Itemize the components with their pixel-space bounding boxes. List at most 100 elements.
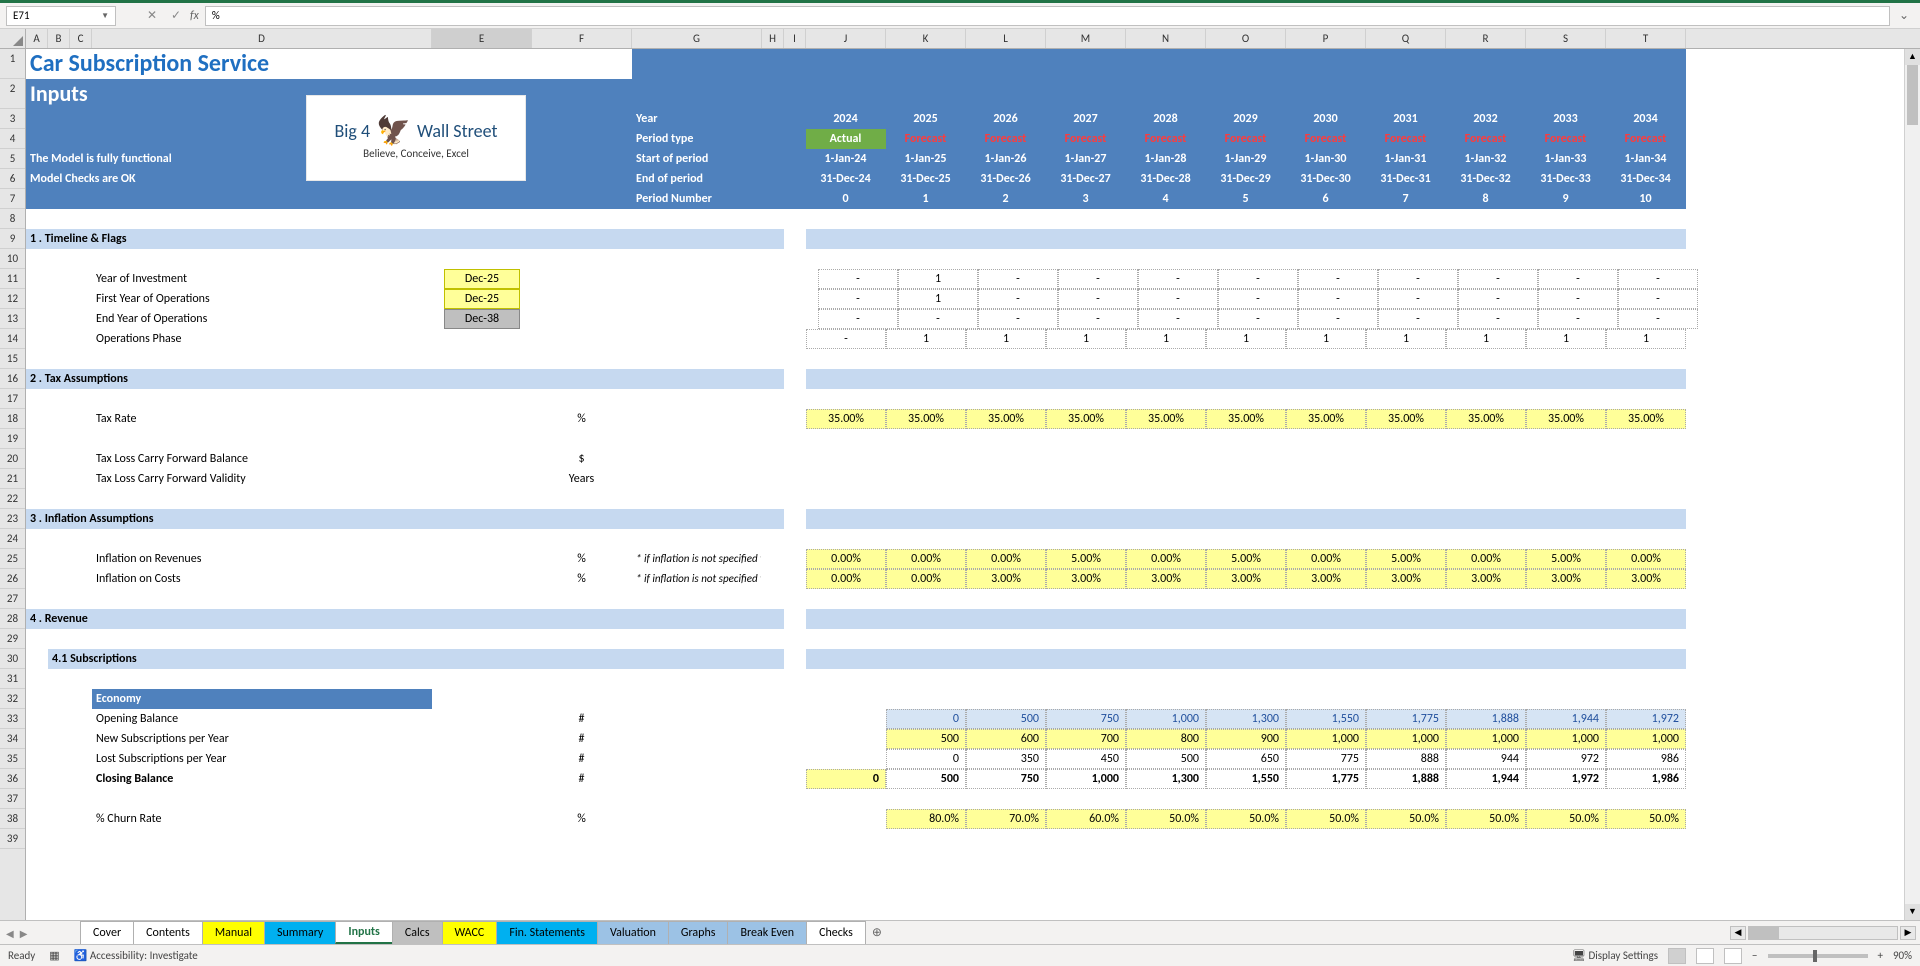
data-cell[interactable]: 5.00%	[1366, 549, 1446, 569]
row-header-10[interactable]: 10	[0, 249, 25, 269]
header-cell[interactable]: 2029	[1206, 109, 1286, 129]
row-header-5[interactable]: 5	[0, 149, 25, 169]
col-header-G[interactable]: G	[632, 29, 762, 48]
col-header-P[interactable]: P	[1286, 29, 1366, 48]
hscroll-thumb[interactable]	[1749, 927, 1779, 939]
header-cell[interactable]: 3	[1046, 189, 1126, 209]
data-cell[interactable]: 750	[966, 769, 1046, 789]
sheet-tab-break-even[interactable]: Break Even	[727, 921, 807, 944]
row-header-8[interactable]: 8	[0, 209, 25, 229]
data-cell[interactable]: 972	[1526, 749, 1606, 769]
row-label[interactable]: Tax Loss Carry Forward Validity	[92, 469, 432, 489]
sheet-tab-valuation[interactable]: Valuation	[597, 921, 669, 944]
header-cell[interactable]: 1-Jan-24	[806, 149, 886, 169]
section-header[interactable]: 3 . Inflation Assumptions	[26, 509, 784, 529]
data-cell[interactable]: 35.00%	[1206, 409, 1286, 429]
row-header-23[interactable]: 23	[0, 509, 25, 529]
data-cell[interactable]: 0	[806, 769, 886, 789]
data-cell[interactable]: -	[1458, 309, 1538, 329]
data-cell[interactable]: 0.00%	[886, 549, 966, 569]
data-cell[interactable]: 3.00%	[1206, 569, 1286, 589]
sheet-tab-wacc[interactable]: WACC	[442, 921, 498, 944]
row-header-18[interactable]: 18	[0, 409, 25, 429]
row-header-34[interactable]: 34	[0, 729, 25, 749]
data-cell[interactable]: -	[978, 269, 1058, 289]
header-cell[interactable]: 31-Dec-25	[886, 169, 966, 189]
header-cell[interactable]: 31-Dec-33	[1526, 169, 1606, 189]
data-cell[interactable]: 944	[1446, 749, 1526, 769]
header-cell[interactable]: 2028	[1126, 109, 1206, 129]
row-input[interactable]	[432, 749, 532, 769]
data-cell[interactable]: -	[818, 289, 898, 309]
data-cell[interactable]: -	[1298, 289, 1378, 309]
data-cell[interactable]: 5.00%	[1046, 549, 1126, 569]
row-input[interactable]	[432, 569, 532, 589]
expand-formula-icon[interactable]: ⌄	[1894, 8, 1914, 23]
accessibility-status[interactable]: ♿ Accessibility: Investigate	[74, 949, 198, 962]
header-cell[interactable]: 1-Jan-25	[886, 149, 966, 169]
col-header-K[interactable]: K	[886, 29, 966, 48]
data-cell[interactable]: 50.0%	[1206, 809, 1286, 829]
row-header-35[interactable]: 35	[0, 749, 25, 769]
row-header-4[interactable]: 4	[0, 129, 25, 149]
header-cell[interactable]: Forecast	[1206, 129, 1286, 149]
header-label[interactable]: Year	[632, 109, 762, 129]
data-cell[interactable]: 1	[1606, 329, 1686, 349]
row-header-28[interactable]: 28	[0, 609, 25, 629]
col-header-H[interactable]: H	[762, 29, 784, 48]
header-cell[interactable]: 1-Jan-28	[1126, 149, 1206, 169]
data-cell[interactable]: 1,944	[1526, 709, 1606, 729]
header-cell[interactable]: 10	[1606, 189, 1686, 209]
data-cell[interactable]: -	[1378, 309, 1458, 329]
row-header-33[interactable]: 33	[0, 709, 25, 729]
header-cell[interactable]: 1-Jan-31	[1366, 149, 1446, 169]
row-label[interactable]: Closing Balance	[92, 769, 432, 789]
data-cell[interactable]: 986	[1606, 749, 1686, 769]
header-cell[interactable]: Forecast	[1606, 129, 1686, 149]
subsection-header[interactable]: 4.1 Subscriptions	[48, 649, 784, 669]
row-header-17[interactable]: 17	[0, 389, 25, 409]
name-box[interactable]: E71 ▼	[6, 6, 116, 26]
row-header-13[interactable]: 13	[0, 309, 25, 329]
hscroll-left-icon[interactable]: ◀	[1730, 926, 1746, 940]
header-cell[interactable]: 2030	[1286, 109, 1366, 129]
data-cell[interactable]: 3.00%	[1606, 569, 1686, 589]
row-label[interactable]: First Year of Operations	[92, 289, 432, 309]
data-cell[interactable]: 775	[1286, 749, 1366, 769]
data-cell[interactable]: 1,775	[1286, 769, 1366, 789]
row-input[interactable]	[432, 329, 532, 349]
data-cell[interactable]: 0	[886, 709, 966, 729]
data-cell[interactable]: 35.00%	[1126, 409, 1206, 429]
row-header-9[interactable]: 9	[0, 229, 25, 249]
data-cell[interactable]: 1	[898, 289, 978, 309]
row-input[interactable]	[432, 449, 532, 469]
row-label[interactable]: Tax Rate	[92, 409, 432, 429]
data-cell[interactable]: 35.00%	[1606, 409, 1686, 429]
header-cell[interactable]: 9	[1526, 189, 1606, 209]
scroll-up-icon[interactable]: ▲	[1905, 49, 1920, 65]
data-cell[interactable]: -	[1058, 289, 1138, 309]
row-header-21[interactable]: 21	[0, 469, 25, 489]
header-cell[interactable]: 8	[1446, 189, 1526, 209]
header-cell[interactable]: 31-Dec-26	[966, 169, 1046, 189]
header-cell[interactable]: 1-Jan-34	[1606, 149, 1686, 169]
data-cell[interactable]	[806, 809, 886, 829]
data-cell[interactable]: 5.00%	[1526, 549, 1606, 569]
data-cell[interactable]: 35.00%	[1446, 409, 1526, 429]
header-label[interactable]: End of period	[632, 169, 762, 189]
data-cell[interactable]: 800	[1126, 729, 1206, 749]
data-cell[interactable]: 1	[1446, 329, 1526, 349]
row-label[interactable]: Tax Loss Carry Forward Balance	[92, 449, 432, 469]
data-cell[interactable]: 1,550	[1206, 769, 1286, 789]
data-cell[interactable]: 1	[886, 329, 966, 349]
data-cell[interactable]: 50.0%	[1446, 809, 1526, 829]
header-cell[interactable]: Forecast	[1126, 129, 1206, 149]
data-cell[interactable]: 0.00%	[806, 549, 886, 569]
data-cell[interactable]: -	[818, 309, 898, 329]
row-label[interactable]: Lost Subscriptions per Year	[92, 749, 432, 769]
data-cell[interactable]: 450	[1046, 749, 1126, 769]
row-input[interactable]: Dec-25	[444, 289, 520, 309]
data-cell[interactable]: 60.0%	[1046, 809, 1126, 829]
data-cell[interactable]: 1,000	[1286, 729, 1366, 749]
data-cell[interactable]: 1,000	[1126, 709, 1206, 729]
